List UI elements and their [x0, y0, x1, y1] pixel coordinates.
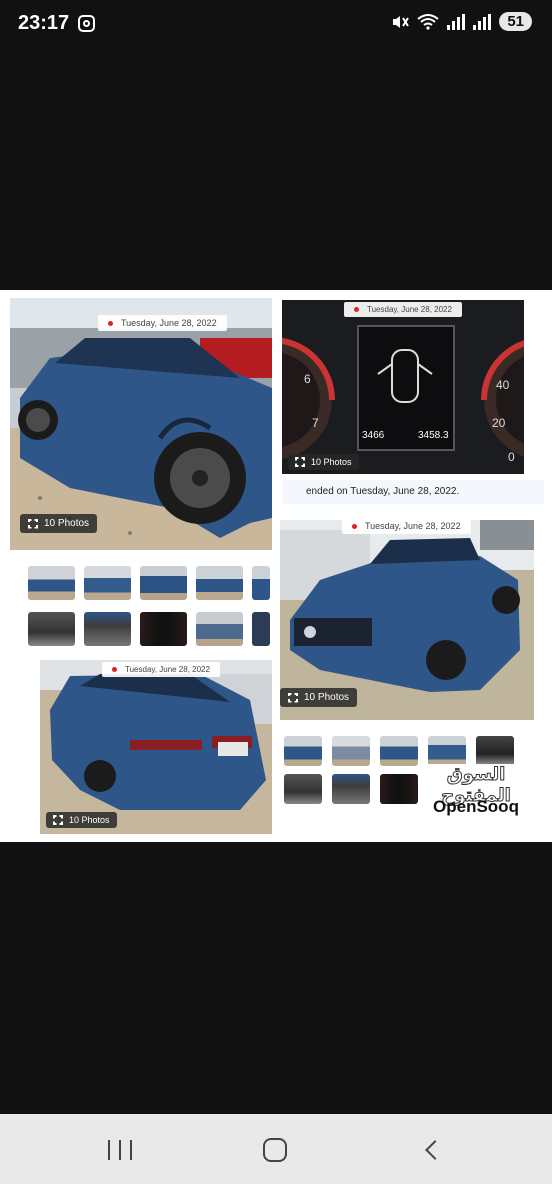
expand-icon [53, 815, 63, 825]
thumbnail[interactable] [140, 566, 187, 600]
auction-ended-text: ended on Tuesday, June 28, 2022. [282, 480, 544, 504]
recording-dot-icon [108, 321, 113, 327]
date-label: Tuesday, June 28, 2022 [102, 662, 220, 677]
gauge-tick: 40 [496, 378, 510, 392]
mute-icon [393, 15, 410, 28]
wifi-icon [417, 13, 439, 30]
photos-count-badge[interactable]: 10 Photos [46, 812, 117, 828]
expand-icon [288, 693, 298, 703]
thumbnail[interactable] [476, 736, 514, 766]
back-button-icon[interactable] [424, 1140, 440, 1160]
listing-collage-image[interactable]: Tuesday, June 28, 2022 10 Photos Tuesday… [0, 290, 552, 842]
thumbnail[interactable] [380, 736, 418, 766]
gauge-tick: 6 [304, 372, 311, 386]
photos-count-badge[interactable]: 10 Photos [288, 454, 359, 470]
odometer-trip: 3466 [362, 430, 385, 441]
gauge-tick: 20 [492, 416, 506, 430]
photo-instrument-cluster[interactable]: Tuesday, June 28, 2022 6 7 40 20 0 3466 … [282, 300, 524, 474]
odometer-total: 3458.3 [418, 430, 449, 441]
clock: 23:17 [18, 12, 70, 34]
thumbnail[interactable] [140, 612, 187, 646]
thumbnail[interactable] [252, 612, 270, 646]
expand-icon [28, 519, 38, 529]
thumbnail-row-2 [28, 612, 270, 646]
car-rear-illustration [40, 660, 272, 810]
recording-dot-icon [352, 524, 357, 530]
thumbnail[interactable] [332, 774, 370, 804]
thumbnail[interactable] [284, 774, 322, 804]
thumbnail[interactable] [380, 774, 418, 804]
car-side-illustration [10, 298, 272, 550]
recording-dot-icon [354, 307, 359, 313]
signal-icon-2 [473, 13, 492, 30]
photos-count-badge[interactable]: 10 Photos [20, 514, 98, 533]
instagram-icon [78, 15, 95, 32]
dashboard-illustration [282, 325, 524, 460]
thumbnail-row-3 [284, 736, 514, 766]
expand-icon [295, 457, 305, 467]
thumbnail[interactable] [28, 612, 75, 646]
thumbnail-row-4 [284, 774, 418, 804]
photos-count-badge[interactable]: 10 Photos [280, 688, 358, 707]
thumbnail[interactable] [428, 736, 466, 766]
photo-rear-view[interactable]: Tuesday, June 28, 2022 10 Photos [40, 660, 272, 834]
thumbnail[interactable] [84, 612, 131, 646]
status-bar: 23:17 51 [0, 0, 552, 50]
opensooq-watermark-logo: السوق المفتوح OpenSooq [418, 764, 534, 822]
gauge-tick: 7 [312, 416, 319, 430]
thumbnail[interactable] [196, 612, 243, 646]
thumbnail[interactable] [332, 736, 370, 766]
photo-front-view[interactable]: Tuesday, June 28, 2022 10 Photos [280, 520, 534, 720]
recents-button-icon[interactable] [108, 1140, 132, 1160]
thumbnail-row-1 [28, 566, 270, 600]
photo-side-damage[interactable]: Tuesday, June 28, 2022 10 Photos [10, 298, 272, 550]
date-label: Tuesday, June 28, 2022 [344, 302, 462, 317]
thumbnail[interactable] [252, 566, 270, 600]
signal-icon-1 [447, 13, 466, 30]
logo-latin-text: OpenSooq [433, 797, 519, 816]
thumbnail[interactable] [196, 566, 243, 600]
battery-indicator: 51 [499, 12, 532, 31]
system-navigation-bar [0, 1114, 552, 1184]
status-icons: 51 [391, 12, 532, 31]
recording-dot-icon [112, 667, 117, 673]
thumbnail[interactable] [84, 566, 131, 600]
date-label: Tuesday, June 28, 2022 [342, 520, 471, 534]
date-label: Tuesday, June 28, 2022 [98, 315, 227, 331]
thumbnail[interactable] [28, 566, 75, 600]
home-button-icon[interactable] [263, 1138, 287, 1162]
gauge-tick: 0 [508, 450, 515, 464]
thumbnail[interactable] [284, 736, 322, 766]
